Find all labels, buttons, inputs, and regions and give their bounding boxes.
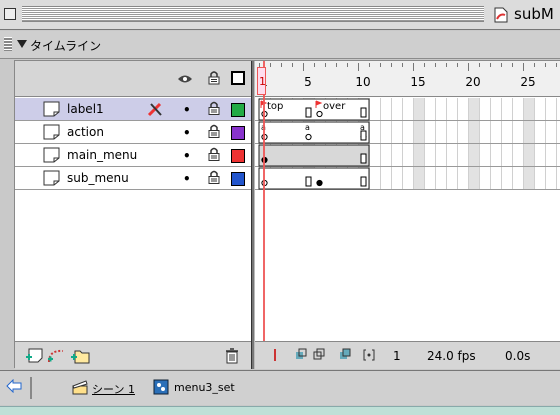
layer-pane: label1 • action • main_menu • sub_menu • (15, 61, 251, 369)
flash-timeline-window: subM タイムライン label1 • action • main_menu … (0, 0, 560, 415)
keyframe (316, 110, 323, 118)
movieclip-symbol-icon (153, 379, 169, 395)
center-frame-icon[interactable] (269, 348, 281, 362)
timeline-status-bar: 1 24.0 fps 0.0s (255, 341, 560, 369)
edit-bar: シーン 1 menu3_set (0, 370, 560, 405)
frame-grid[interactable]: aaa (255, 98, 560, 190)
lock-toggle-icon[interactable] (208, 170, 220, 185)
layer-name: label1 (67, 102, 104, 116)
playhead[interactable]: 1 (257, 67, 266, 95)
panel-title: タイムライン (30, 39, 102, 53)
document-icon (494, 7, 508, 23)
action-mark: a (360, 123, 365, 132)
ruler-label: 20 (465, 75, 481, 89)
span-end-marker (360, 107, 367, 118)
layer-name: action (67, 125, 104, 139)
ruler-label: 5 (304, 75, 312, 89)
onion-outlines-icon[interactable] (313, 348, 325, 362)
layer-row-label1[interactable]: label1 • (15, 98, 251, 121)
window-title: subM (514, 5, 554, 23)
ruler-label: 15 (410, 75, 426, 89)
layer-row-sub-menu[interactable]: sub_menu • (15, 167, 251, 190)
layer-name: sub_menu (67, 171, 129, 185)
timeline: label1 • action • main_menu • sub_menu •… (14, 60, 560, 369)
visibility-dot[interactable]: • (183, 149, 191, 163)
keyframe (305, 133, 312, 141)
eye-icon[interactable] (177, 74, 193, 84)
edit-bar-separator (30, 377, 32, 399)
span-end-marker (360, 153, 367, 164)
layer-color-swatch[interactable] (231, 172, 245, 186)
lock-toggle-icon[interactable] (208, 101, 220, 116)
action-mark: a (305, 123, 310, 132)
span-end-marker (305, 107, 312, 118)
span-end-marker (360, 130, 367, 141)
panel-grip-icon[interactable] (4, 37, 12, 51)
current-frame-readout: 1 (393, 349, 401, 363)
layer-page-icon (43, 170, 60, 186)
layer-list: label1 • action • main_menu • sub_menu • (15, 98, 251, 190)
frame-span (258, 121, 370, 144)
visibility-dot[interactable]: • (183, 172, 191, 186)
frames-pane: 1 5 10 15 20 25 aaa top over 1 1 (255, 61, 560, 369)
modify-onion-markers-icon[interactable] (363, 348, 375, 362)
timeline-panel-header[interactable]: タイムライン (0, 31, 560, 59)
scene-clapper-icon (72, 380, 88, 395)
span-end-marker (360, 176, 367, 187)
span-end-marker (305, 176, 312, 187)
playhead-line[interactable] (263, 61, 265, 369)
lock-icon[interactable] (208, 71, 220, 85)
title-bar-stripes (22, 6, 484, 22)
layer-page-icon (43, 147, 60, 163)
layer-header (15, 61, 251, 97)
close-box-icon[interactable] (4, 8, 16, 20)
keyframe (316, 179, 323, 187)
outline-toggle-icon[interactable] (231, 71, 245, 85)
pencil-icon (147, 102, 162, 117)
back-arrow-icon[interactable] (6, 379, 22, 393)
add-folder-icon[interactable] (70, 348, 90, 364)
visibility-dot[interactable]: • (183, 103, 191, 117)
frame-span (258, 144, 370, 167)
frame-label-over: over (323, 101, 346, 112)
frame-rate-readout: 24.0 fps (427, 349, 476, 363)
layer-page-icon (43, 101, 60, 117)
layer-name: main_menu (67, 148, 138, 162)
collapse-triangle-icon[interactable] (17, 40, 27, 48)
playhead-label: 1 (259, 75, 266, 88)
layer-page-icon (43, 124, 60, 140)
frame-span (258, 167, 370, 190)
layer-row-action[interactable]: action • (15, 121, 251, 144)
onion-skin-icon[interactable] (295, 348, 307, 362)
layer-row-main-menu[interactable]: main_menu • (15, 144, 251, 167)
visibility-dot[interactable]: • (183, 126, 191, 140)
add-motion-guide-icon[interactable] (47, 348, 65, 364)
symbol-name[interactable]: menu3_set (174, 381, 235, 394)
scene-link[interactable]: シーン 1 (92, 381, 135, 397)
layer-color-swatch[interactable] (231, 149, 245, 163)
ruler-ticks (259, 63, 557, 71)
frame-label-top: top (267, 101, 284, 112)
layer-color-swatch[interactable] (231, 126, 245, 140)
frame-ruler[interactable]: 1 5 10 15 20 25 (255, 61, 560, 97)
stage-area[interactable] (0, 406, 560, 415)
title-bar[interactable]: subM (0, 0, 560, 30)
ruler-label: 10 (355, 75, 371, 89)
layer-footer (15, 341, 251, 369)
add-layer-icon[interactable] (25, 348, 43, 364)
ruler-label: 25 (520, 75, 536, 89)
trash-icon[interactable] (225, 348, 239, 364)
lock-toggle-icon[interactable] (208, 147, 220, 162)
lock-toggle-icon[interactable] (208, 124, 220, 139)
layer-color-swatch[interactable] (231, 103, 245, 117)
edit-multiple-frames-icon[interactable] (339, 348, 351, 362)
elapsed-time-readout: 0.0s (505, 349, 531, 363)
